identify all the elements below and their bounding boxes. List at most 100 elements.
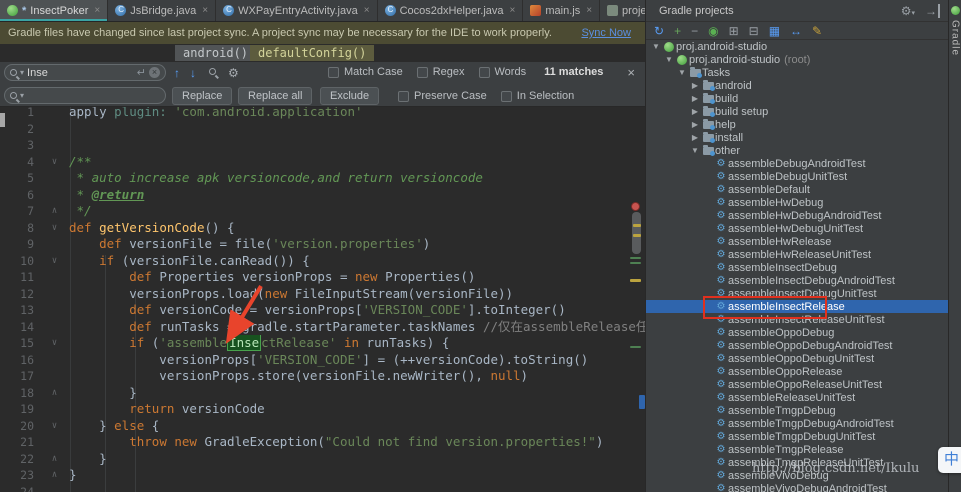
stripe-mark-warning[interactable] — [633, 224, 641, 227]
stripe-mark-warning[interactable] — [630, 279, 641, 282]
tree-expand-arrow-icon[interactable]: ▶ — [689, 94, 701, 103]
editor-scrollbar-thumb[interactable] — [632, 212, 641, 254]
tree-item[interactable]: ⚙assembleDebugUnitTest — [646, 170, 948, 183]
regex-checkbox[interactable]: Regex — [417, 66, 465, 78]
expand-all-icon[interactable]: ⊞ — [729, 25, 739, 37]
code-line[interactable]: 8∨def getVersionCode() { — [0, 220, 645, 237]
tree-item[interactable]: ⚙assembleHwDebugAndroidTest — [646, 209, 948, 222]
tree-item[interactable]: ⚙assembleTmgpDebugUnitTest — [646, 430, 948, 443]
code-line[interactable]: 18∧ } — [0, 385, 645, 402]
editor-tab[interactable]: main.js× — [523, 0, 600, 21]
tree-item[interactable]: ▼other — [646, 144, 948, 157]
code-line[interactable]: 6 * @return — [0, 187, 645, 204]
close-tab-icon[interactable]: × — [510, 5, 516, 16]
tree-item[interactable]: ⚙assembleInsectDebugAndroidTest — [646, 274, 948, 287]
tree-item[interactable]: ⚙assembleHwDebugUnitTest — [646, 222, 948, 235]
code-line[interactable]: 11 def Properties versionProps = new Pro… — [0, 269, 645, 286]
tree-expand-arrow-icon[interactable]: ▼ — [689, 146, 701, 155]
fold-marker-icon[interactable]: ∧ — [40, 385, 69, 402]
tree-item[interactable]: ⚙assembleInsectDebug — [646, 261, 948, 274]
tree-item[interactable]: ⚙assembleVivoDebugAndroidTest — [646, 482, 948, 492]
code-line[interactable]: 7∧ */ — [0, 203, 645, 220]
code-line[interactable]: 9 def versionFile = file('version.proper… — [0, 236, 645, 253]
sync-now-link[interactable]: Sync Now — [581, 27, 631, 39]
tree-item[interactable]: ▶help — [646, 118, 948, 131]
tree-item[interactable]: ⚙assembleTmgpDebug — [646, 404, 948, 417]
replace-history-caret-icon[interactable]: ▾ — [20, 91, 24, 100]
fold-marker-icon[interactable]: ∨ — [40, 154, 69, 171]
code-line[interactable]: 2 — [0, 121, 645, 138]
match-case-checkbox[interactable]: Match Case — [328, 66, 403, 78]
fold-marker-icon[interactable]: ∧ — [40, 467, 69, 484]
tree-expand-arrow-icon[interactable]: ▼ — [663, 55, 675, 64]
gradle-settings-icon[interactable]: ✎ — [812, 25, 822, 37]
code-line[interactable]: 14 def runTasks = gradle.startParameter.… — [0, 319, 645, 336]
tree-item[interactable]: ⚙assembleReleaseUnitTest — [646, 391, 948, 404]
hide-panel-icon[interactable]: → — [925, 4, 940, 18]
code-line[interactable]: 19 return versionCode — [0, 401, 645, 418]
replace-field[interactable]: ▾ — [4, 87, 166, 104]
tree-item[interactable]: ▼proj.android-studio — [646, 40, 948, 53]
code-line[interactable]: 12 versionProps.load(new FileInputStream… — [0, 286, 645, 303]
code-line[interactable]: 15∨ if ('assembleInsectRelease' in runTa… — [0, 335, 645, 352]
replace-button[interactable]: Replace — [172, 87, 232, 105]
tree-expand-arrow-icon[interactable]: ▶ — [689, 133, 701, 142]
in-selection-checkbox[interactable]: In Selection — [501, 90, 574, 102]
tree-expand-arrow-icon[interactable]: ▶ — [689, 107, 701, 116]
fold-marker-icon[interactable]: ∧ — [40, 203, 69, 220]
stripe-mark-match[interactable] — [630, 346, 641, 348]
fold-marker-icon[interactable]: ∨ — [40, 220, 69, 237]
tree-item[interactable]: ⚙assembleHwRelease — [646, 235, 948, 248]
breadcrumb-android[interactable]: android() — [175, 45, 256, 61]
tree-expand-arrow-icon[interactable]: ▼ — [676, 68, 688, 77]
tree-item[interactable]: ⚙assembleDefault — [646, 183, 948, 196]
tree-expand-arrow-icon[interactable]: ▶ — [689, 120, 701, 129]
run-gradle-task-icon[interactable]: ◉ — [708, 25, 718, 37]
previous-match-icon[interactable]: ↑ — [174, 66, 180, 80]
close-tab-icon[interactable]: × — [202, 5, 208, 16]
tree-expand-arrow-icon[interactable]: ▶ — [689, 81, 701, 90]
tree-item[interactable]: ⚙assembleHwReleaseUnitTest — [646, 248, 948, 261]
fold-marker-icon[interactable]: ∨ — [40, 418, 69, 435]
stripe-mark-match[interactable] — [630, 262, 641, 264]
search-field[interactable]: ▾ ↵ × — [4, 64, 166, 81]
close-tab-icon[interactable]: × — [94, 5, 100, 16]
code-line[interactable]: 21 throw new GradleException("Could not … — [0, 434, 645, 451]
editor-tab[interactable]: WXPayEntryActivity.java× — [216, 0, 377, 21]
find-all-icon[interactable] — [209, 68, 216, 75]
tree-item[interactable]: ⚙assembleOppoDebugUnitTest — [646, 352, 948, 365]
tree-expand-arrow-icon[interactable]: ▼ — [650, 42, 662, 51]
collapse-all-icon[interactable]: ⊟ — [749, 25, 759, 37]
code-line[interactable]: 16 versionProps['VERSION_CODE'] = (++ver… — [0, 352, 645, 369]
gradle-tool-button[interactable]: Gradle — [950, 20, 961, 56]
close-find-bar-icon[interactable]: × — [627, 65, 635, 80]
code-line[interactable]: 10∨ if (versionFile.canRead()) { — [0, 253, 645, 270]
stripe-mark-warning[interactable] — [633, 234, 641, 237]
editor-tab[interactable]: *InsectPoker× — [0, 0, 108, 21]
tree-item[interactable]: ▶android — [646, 79, 948, 92]
detach-project-icon[interactable]: − — [691, 25, 698, 37]
tree-item[interactable]: ⚙assembleDebugAndroidTest — [646, 157, 948, 170]
close-tab-icon[interactable]: × — [586, 5, 592, 16]
breadcrumb-defaultconfig[interactable]: defaultConfig() — [250, 45, 374, 61]
clear-search-icon[interactable]: × — [149, 67, 160, 78]
fold-marker-icon[interactable]: ∧ — [40, 451, 69, 468]
code-line[interactable]: 1apply plugin: 'com.android.application' — [0, 107, 645, 121]
tree-item[interactable]: ▶build — [646, 92, 948, 105]
tree-item[interactable]: ⚙assembleOppoDebugAndroidTest — [646, 339, 948, 352]
replace-all-button[interactable]: Replace all — [238, 87, 312, 105]
attach-project-icon[interactable]: + — [674, 25, 681, 37]
code-line[interactable]: 22∧ } — [0, 451, 645, 468]
tree-item[interactable]: ⚙assembleTmgpRelease — [646, 443, 948, 456]
tree-item[interactable]: ⚙assembleOppoReleaseUnitTest — [646, 378, 948, 391]
newline-icon[interactable]: ↵ — [137, 66, 146, 79]
preserve-case-checkbox[interactable]: Preserve Case — [398, 90, 487, 102]
search-input[interactable] — [27, 67, 134, 79]
tree-item[interactable]: ▼proj.android-studio(root) — [646, 53, 948, 66]
code-editor[interactable]: 1apply plugin: 'com.android.application'… — [0, 107, 645, 492]
words-checkbox[interactable]: Words — [479, 66, 527, 78]
editor-tab[interactable]: Cocos2dxHelper.java× — [378, 0, 524, 21]
stripe-mark-match[interactable] — [630, 257, 641, 259]
code-line[interactable]: 4∨/** — [0, 154, 645, 171]
navigate-icon[interactable]: ↔ — [790, 25, 802, 37]
